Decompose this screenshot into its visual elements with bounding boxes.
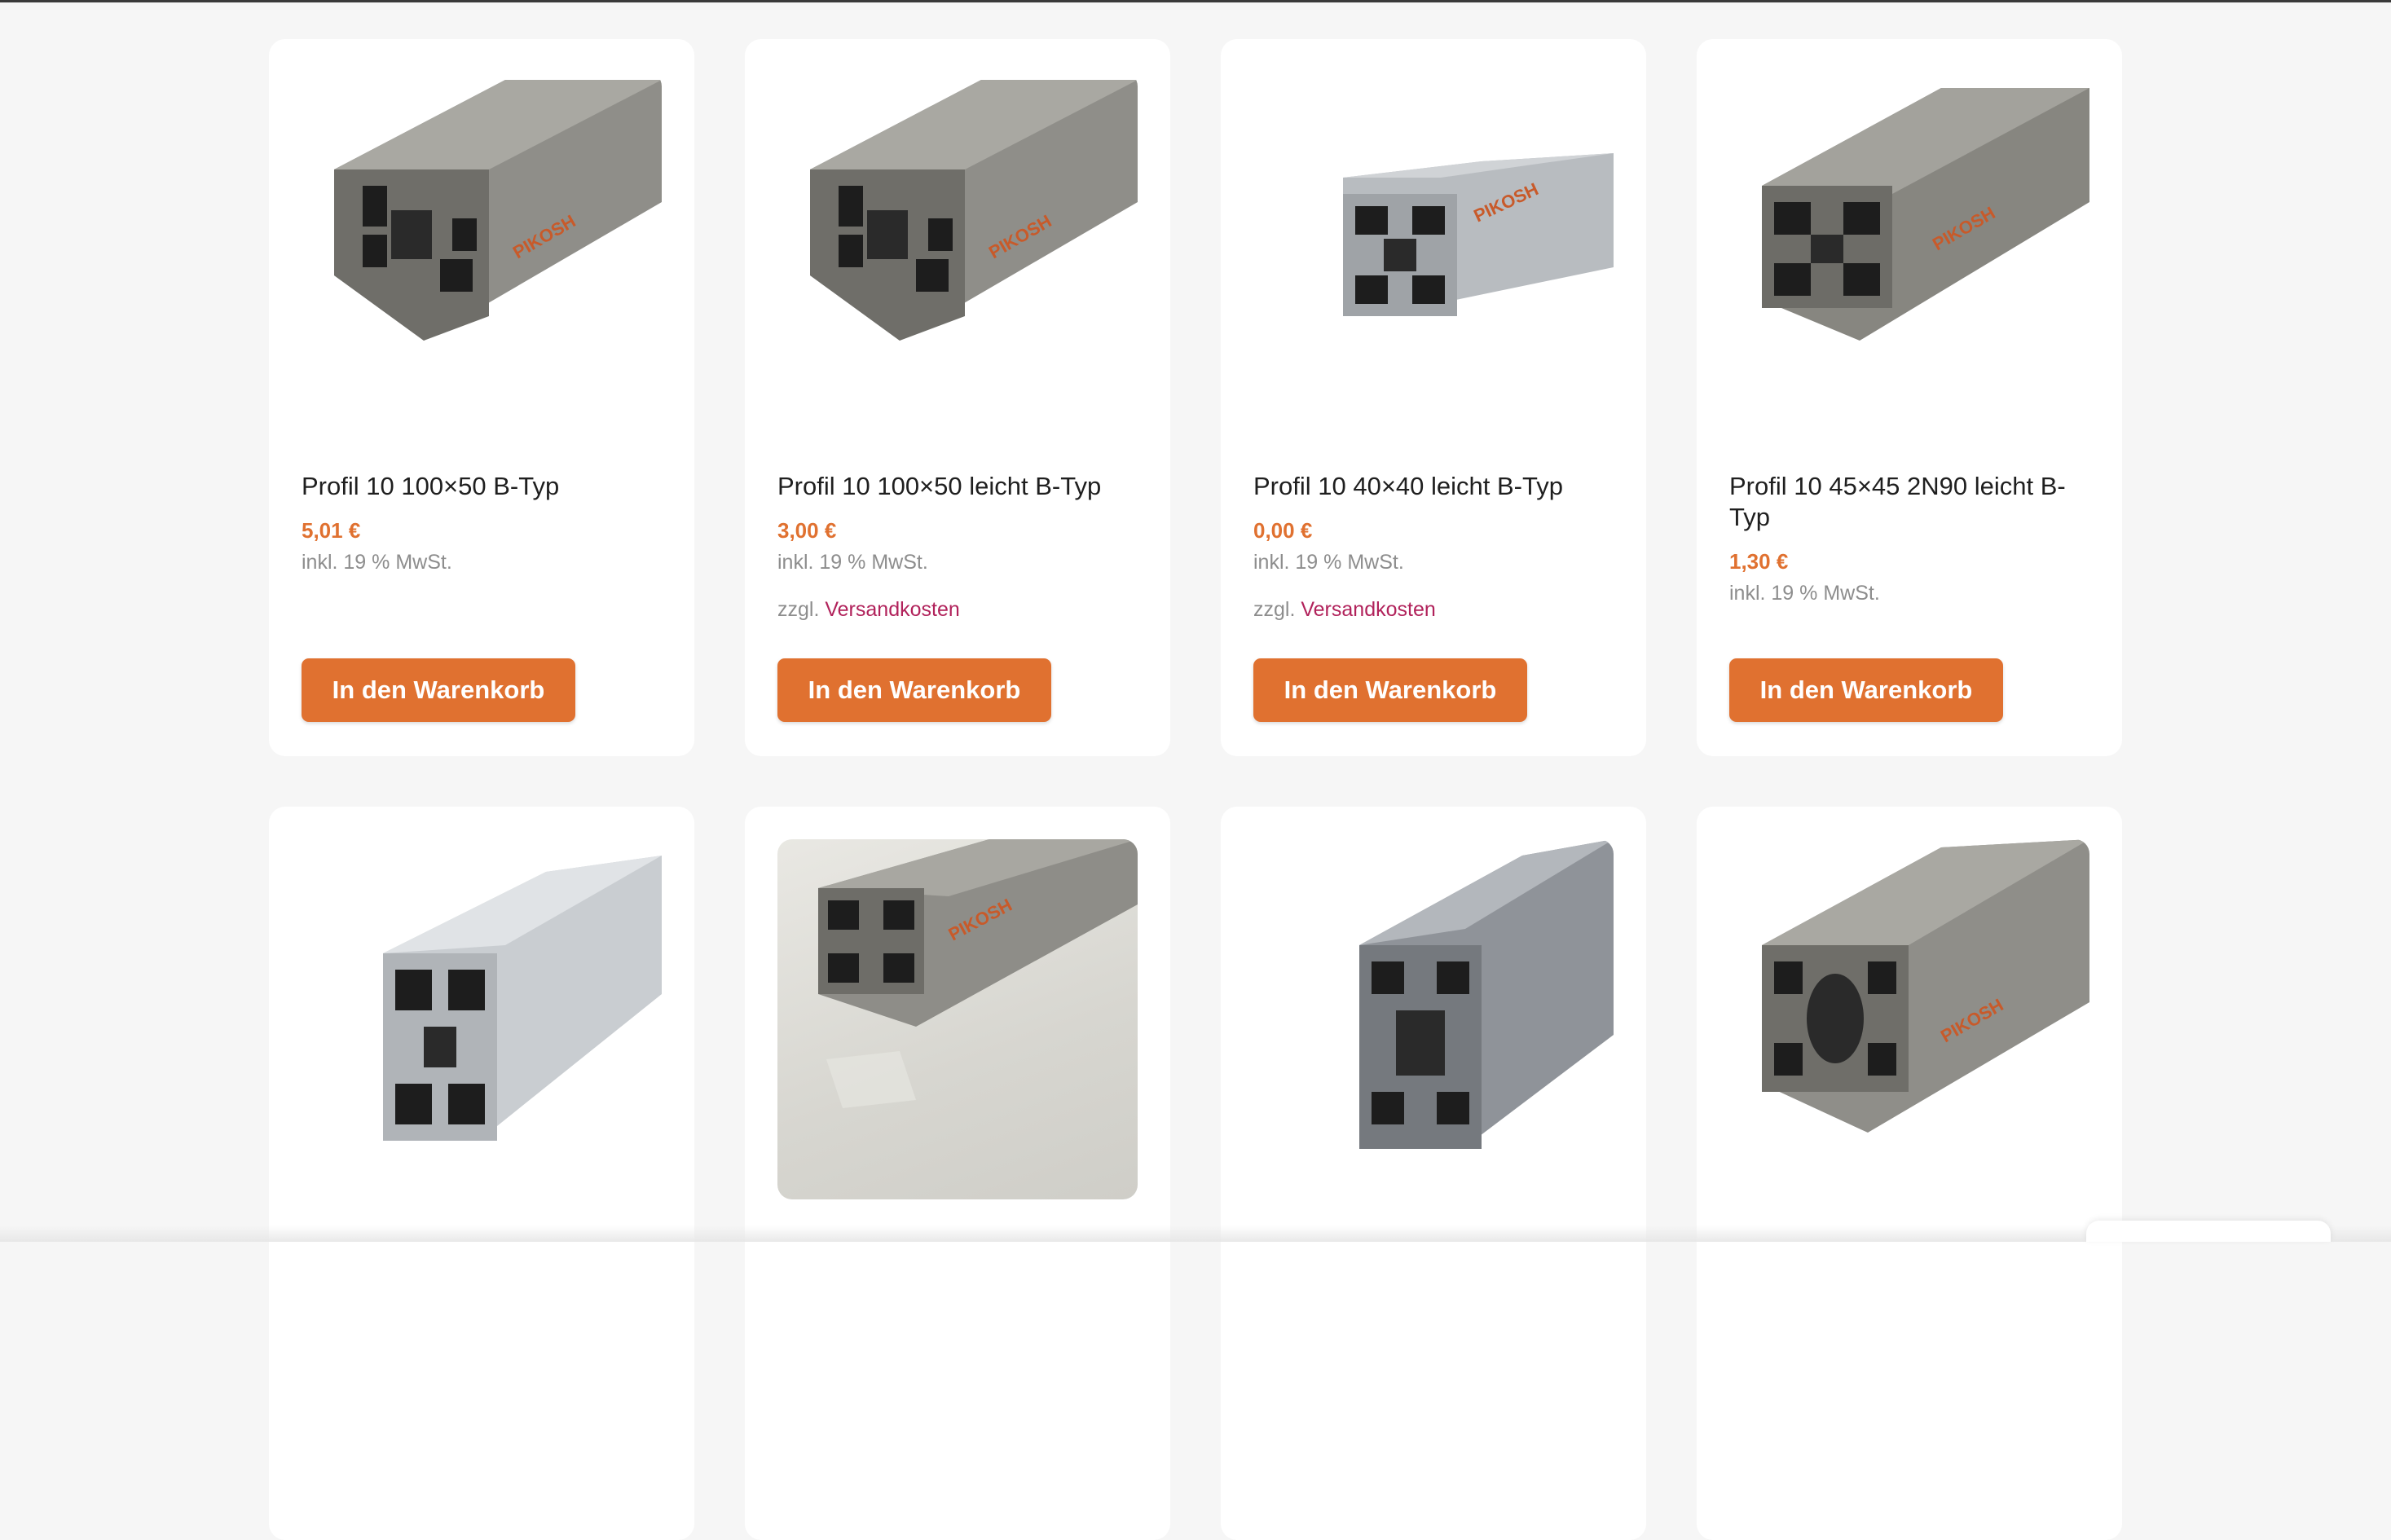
product-image[interactable]: PIKOSH [1729,72,2089,432]
product-card [1221,807,1646,1540]
add-to-cart-button[interactable]: In den Warenkorb [1253,658,1527,722]
tax-note: inkl. 19 % MwSt. [1729,582,1880,605]
product-image[interactable]: PIKOSH [1253,72,1614,432]
add-to-cart-button[interactable]: In den Warenkorb [1729,658,2003,722]
tax-note: inkl. 19 % MwSt. [302,551,452,574]
aluminium-profile-icon: PIKOSH [1343,153,1614,316]
product-card: PIKOSH Profil 10 45×45 2N90 leicht B-Typ… [1697,39,2122,756]
product-card: PIKOSH [745,807,1170,1540]
shipping-prefix: zzgl. [777,598,820,621]
product-card: PIKOSH Profil 10 100×50 leicht B-Typ 3,0… [745,39,1170,756]
product-price: 1,30 € [1729,549,1789,574]
product-image[interactable]: PIKOSH [302,72,662,432]
product-image[interactable]: PIKOSH [777,839,1138,1199]
product-image[interactable]: PIKOSH [777,72,1138,432]
aluminium-profile-icon: PIKOSH [1762,839,2089,1133]
product-image[interactable] [1253,839,1614,1199]
product-price: 3,00 € [777,518,837,543]
product-card: PIKOSH Profil 10 40×40 leicht B-Typ 0,00… [1221,39,1646,756]
add-to-cart-button[interactable]: In den Warenkorb [302,658,575,722]
aluminium-profile-icon: PIKOSH [818,839,1138,1108]
shipping-costs-link[interactable]: Versandkosten [1301,598,1435,621]
product-title[interactable]: Profil 10 45×45 2N90 leicht B-Typ [1729,471,2088,533]
aluminium-profile-icon: PIKOSH [810,80,1138,341]
product-title[interactable]: Profil 10 100×50 leicht B-Typ [777,471,1136,502]
floating-widget[interactable] [2086,1221,2331,1242]
product-card: PIKOSH [1697,807,2122,1540]
shipping-note: zzgl. Versandkosten [777,598,960,622]
bottom-fade [0,1225,2391,1242]
shipping-prefix: zzgl. [1253,598,1296,621]
product-price: 0,00 € [1253,518,1313,543]
aluminium-profile-icon [1359,839,1614,1149]
add-to-cart-button[interactable]: In den Warenkorb [777,658,1051,722]
shipping-note: zzgl. Versandkosten [1253,598,1436,622]
product-image[interactable]: PIKOSH [1729,839,2089,1199]
top-border [0,0,2391,2]
aluminium-profile-icon: PIKOSH [1762,88,2089,341]
product-title[interactable]: Profil 10 40×40 leicht B-Typ [1253,471,1612,502]
tax-note: inkl. 19 % MwSt. [1253,551,1404,574]
product-image[interactable] [302,839,662,1199]
tax-note: inkl. 19 % MwSt. [777,551,928,574]
aluminium-profile-icon [383,856,662,1141]
product-price: 5,01 € [302,518,361,543]
shipping-costs-link[interactable]: Versandkosten [825,598,959,621]
product-card: PIKOSH Profil 10 100×50 B-Typ 5,01 € ink… [269,39,694,756]
product-title[interactable]: Profil 10 100×50 B-Typ [302,471,660,502]
product-card [269,807,694,1540]
aluminium-profile-icon: PIKOSH [334,80,662,341]
product-grid: PIKOSH Profil 10 100×50 B-Typ 5,01 € ink… [269,39,2122,1540]
